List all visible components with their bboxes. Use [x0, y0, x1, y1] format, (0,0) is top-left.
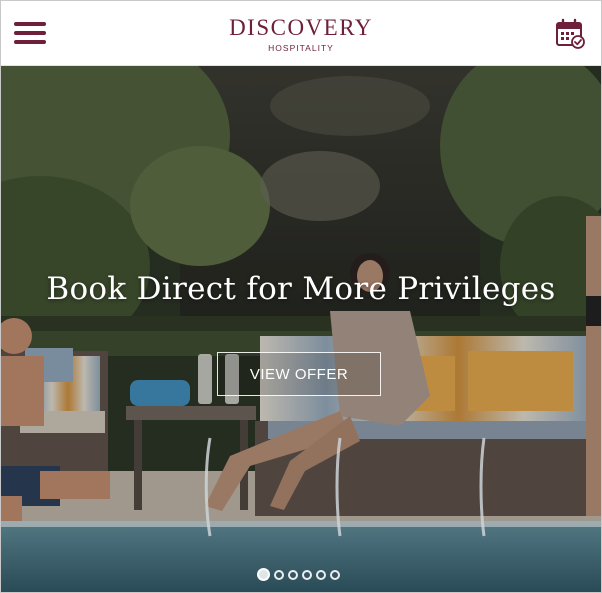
- slide-dot-1[interactable]: [257, 568, 270, 581]
- hero-title: Book Direct for More Privileges: [46, 271, 556, 307]
- brand-logo[interactable]: DISCOVERY HOSPITALITY: [0, 16, 602, 53]
- logo-sub-text: HOSPITALITY: [268, 43, 334, 53]
- slide-dot-6[interactable]: [330, 569, 340, 580]
- calendar-check-icon[interactable]: [554, 18, 586, 50]
- slide-dot-3[interactable]: [288, 569, 298, 580]
- slider-pagination: [257, 568, 340, 581]
- hero-slider[interactable]: Book Direct for More Privileges VIEW OFF…: [0, 66, 602, 593]
- slide-dot-4[interactable]: [302, 569, 312, 580]
- logo-main-text: DISCOVERY: [229, 15, 373, 40]
- view-offer-button[interactable]: VIEW OFFER: [217, 352, 381, 396]
- hero-background-image: [0, 66, 602, 593]
- slide-dot-2[interactable]: [274, 569, 284, 580]
- site-header: DISCOVERY HOSPITALITY: [0, 0, 602, 66]
- slide-dot-5[interactable]: [316, 569, 326, 580]
